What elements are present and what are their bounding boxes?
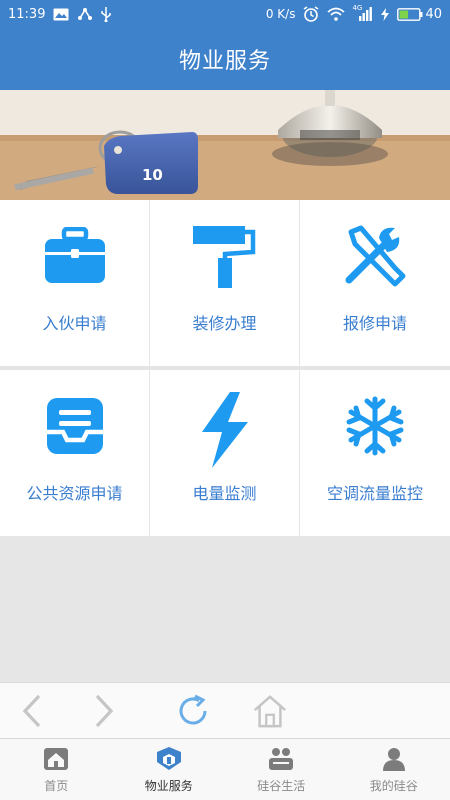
home-tab-icon xyxy=(42,745,70,773)
service-label: 空调流量监控 xyxy=(326,484,423,503)
network-type: 4G xyxy=(352,4,363,12)
empty-content-area xyxy=(0,536,450,682)
alarm-clock-icon xyxy=(303,6,319,22)
forward-arrow-icon[interactable] xyxy=(86,693,122,729)
user-icon xyxy=(380,745,408,773)
network-speed: 0 K/s xyxy=(265,7,296,21)
wifi-icon xyxy=(327,7,346,21)
tab-home[interactable]: 首页 xyxy=(0,739,113,800)
tab-label: 首页 xyxy=(44,779,69,793)
service-ac-flow-monitoring[interactable]: 空调流量监控 xyxy=(300,370,450,536)
charging-icon xyxy=(381,7,390,21)
browser-controls xyxy=(0,682,450,738)
service-label: 公共资源申请 xyxy=(26,484,123,503)
status-time: 11:39 xyxy=(8,6,46,22)
battery-level: 40 xyxy=(425,6,442,22)
service-move-in-application[interactable]: 入伙申请 xyxy=(0,200,149,366)
refresh-icon[interactable] xyxy=(175,693,211,729)
property-service-icon xyxy=(155,745,183,773)
service-public-resource-application[interactable]: 公共资源申请 xyxy=(0,370,149,536)
tools-icon xyxy=(343,224,407,288)
tab-my-silicon-valley[interactable]: 我的硅谷 xyxy=(338,739,450,800)
home-icon[interactable] xyxy=(252,693,288,729)
tab-silicon-valley-life[interactable]: 硅谷生活 xyxy=(225,739,338,800)
tab-label: 物业服务 xyxy=(144,779,193,793)
back-arrow-icon[interactable] xyxy=(14,693,50,729)
usb-icon xyxy=(101,6,112,22)
service-label: 入伙申请 xyxy=(42,314,107,333)
status-bar-right: 0 K/s 4G 40 xyxy=(265,4,442,22)
service-grid: 入伙申请 装修办理 报修申请 公共资源申请 电量监测 空调流量监控 xyxy=(0,200,450,536)
signal-icon: 4G xyxy=(352,4,373,21)
service-renovation[interactable]: 装修办理 xyxy=(150,200,299,366)
keys-and-bell-illustration: 10 xyxy=(0,90,450,200)
battery-icon: 40 xyxy=(397,7,442,22)
tab-label: 我的硅谷 xyxy=(369,779,418,793)
briefcase-icon xyxy=(43,224,107,288)
service-power-monitoring[interactable]: 电量监测 xyxy=(150,370,299,536)
service-label: 报修申请 xyxy=(342,314,407,333)
paint-roller-icon xyxy=(192,224,257,288)
tab-property-service[interactable]: 物业服务 xyxy=(113,739,226,800)
status-bar: 11:39 0 K/s 4G 40 xyxy=(0,0,450,28)
service-label: 电量监测 xyxy=(192,484,257,503)
snowflake-icon xyxy=(343,394,407,458)
page-title: 物业服务 xyxy=(178,49,271,74)
service-repair-request[interactable]: 报修申请 xyxy=(300,200,450,366)
image-notification-icon xyxy=(53,8,69,21)
inbox-tray-icon xyxy=(43,394,107,458)
app-bar: 物业服务 xyxy=(0,28,450,90)
tab-label: 硅谷生活 xyxy=(257,779,306,793)
bottom-tab-bar: 首页 物业服务 硅谷生活 我的硅谷 xyxy=(0,738,450,800)
life-icon xyxy=(267,745,295,773)
service-label: 装修办理 xyxy=(192,314,257,333)
share-notification-icon xyxy=(77,7,93,21)
status-bar-left: 11:39 xyxy=(8,6,112,22)
banner-image: 10 xyxy=(0,90,450,200)
lightning-icon xyxy=(193,392,257,468)
